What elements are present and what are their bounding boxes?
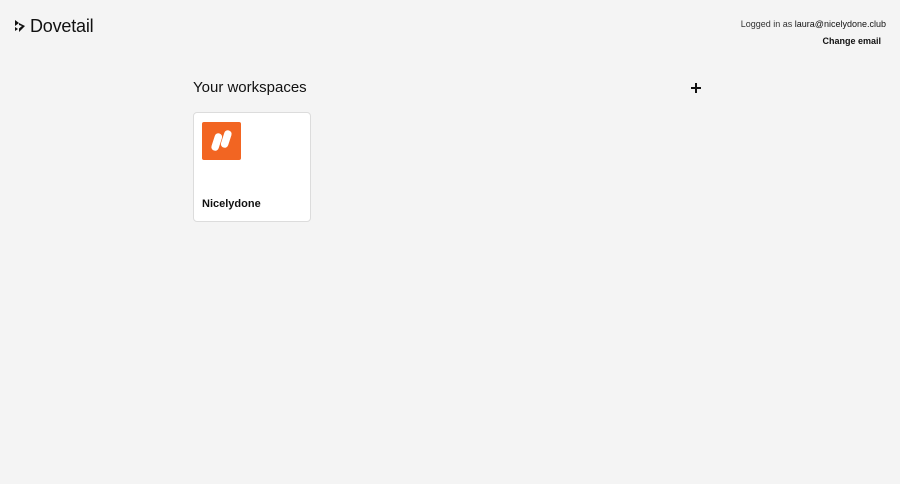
- logged-in-label: Logged in as: [740, 19, 795, 29]
- workspaces-header: Your workspaces: [193, 78, 705, 98]
- account-info: Logged in as laura@nicelydone.club: [741, 18, 886, 30]
- change-email-link[interactable]: Change email: [822, 35, 881, 47]
- workspace-name: Nicelydone: [202, 198, 261, 210]
- dovetail-logo-icon: [15, 20, 25, 32]
- brand[interactable]: Dovetail: [14, 16, 94, 36]
- nicelydone-logo-icon: [202, 122, 241, 160]
- workspace-card[interactable]: Nicelydone: [193, 112, 311, 222]
- workspace-picker-page: Dovetail Logged in as laura@nicelydone.c…: [0, 0, 900, 484]
- account-email: laura@nicelydone.club: [794, 19, 886, 29]
- section-title: Your workspaces: [193, 79, 307, 96]
- add-workspace-button[interactable]: [689, 81, 703, 95]
- brand-name: Dovetail: [30, 16, 94, 36]
